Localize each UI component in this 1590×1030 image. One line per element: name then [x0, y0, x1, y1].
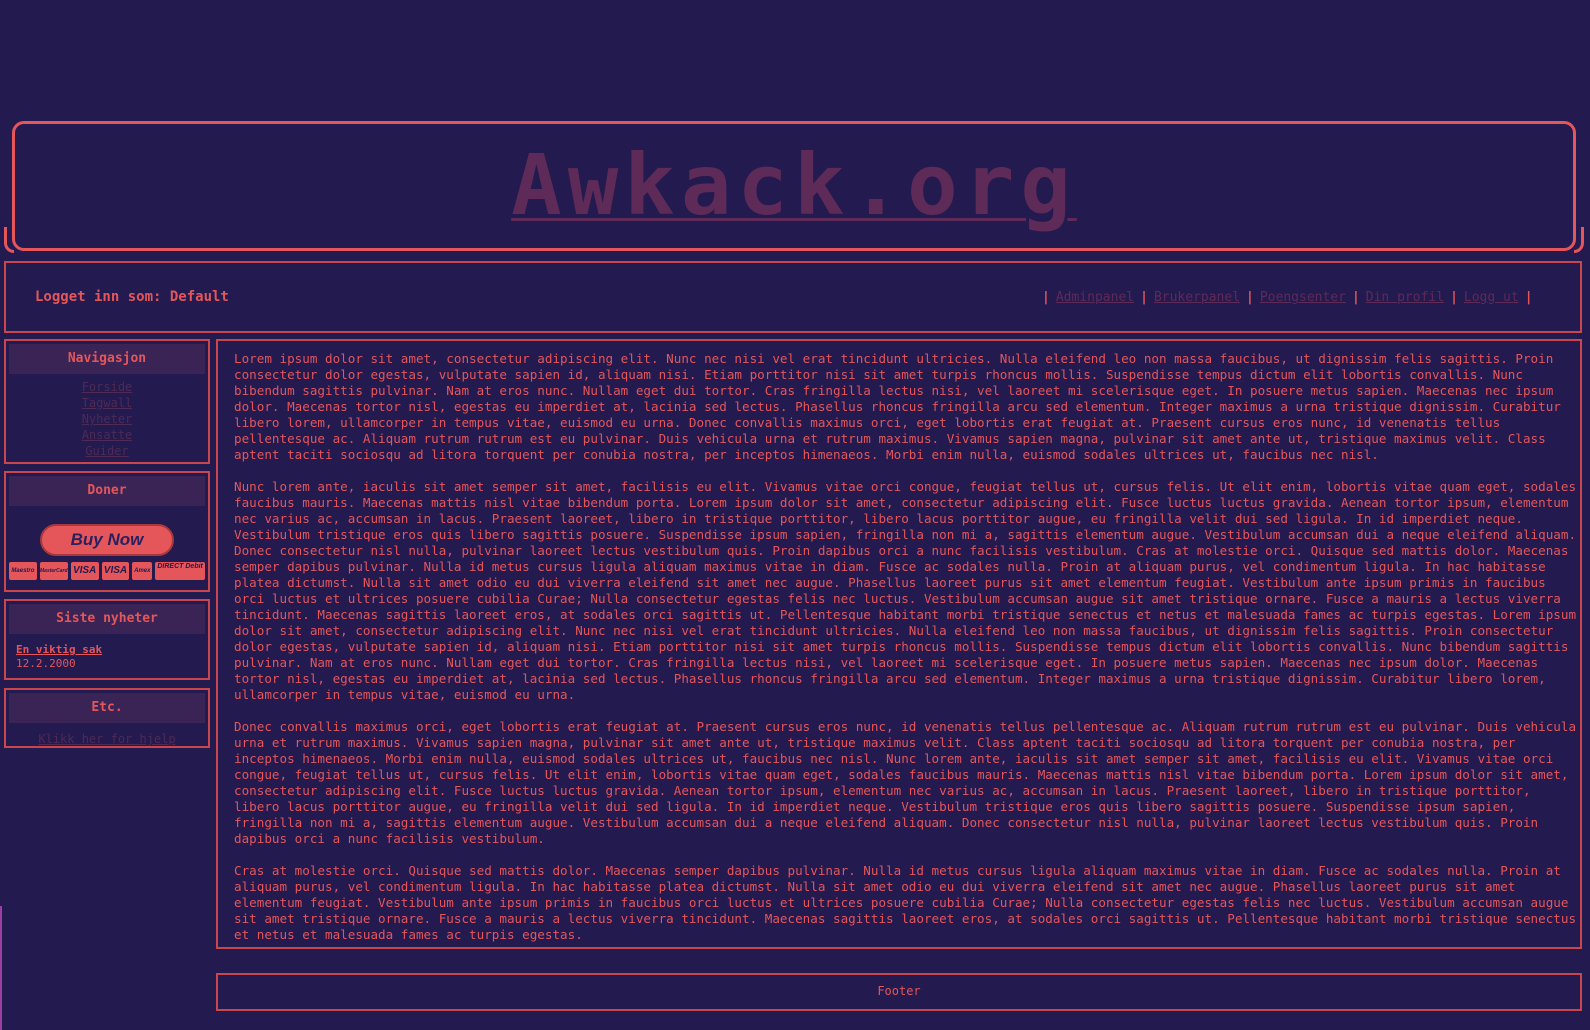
site-logo-link[interactable]: Awkack.org — [511, 136, 1077, 234]
navigation-list: Forside Tagwall Nyheter Ansatte Guider — [6, 377, 208, 465]
link-separator: | — [1042, 290, 1050, 305]
etc-box: Etc. Klikk her for hjelp — [4, 688, 210, 748]
user-bar: Logget inn som: Default | Adminpanel | Bruk… — [4, 261, 1582, 333]
help-link[interactable]: Klikk her for hjelp — [38, 732, 175, 746]
left-edge-marker — [0, 906, 2, 1030]
brukerpanel-link[interactable]: Brukerpanel — [1154, 290, 1240, 305]
news-box: Siste nyheter En viktig sak 12.2.2000 — [4, 599, 210, 680]
content-paragraph: Lorem ipsum dolor sit amet, consectetur … — [234, 351, 1561, 462]
etc-title: Etc. — [9, 693, 205, 723]
visa-electron-card-icon: VISA — [101, 562, 130, 580]
visa-card-icon: VISA — [70, 562, 99, 580]
logg-ut-link[interactable]: Logg ut — [1464, 290, 1519, 305]
news-item-date: 12.2.2000 — [16, 657, 76, 670]
link-separator: | — [1140, 290, 1148, 305]
banner-corner-left — [4, 227, 14, 253]
din-profil-link[interactable]: Din profil — [1366, 290, 1444, 305]
direct-debit-icon: DIRECT Debit — [155, 562, 205, 580]
poengsenter-link[interactable]: Poengsenter — [1260, 290, 1346, 305]
nav-item-tagwall[interactable]: Tagwall — [6, 395, 208, 411]
buy-now-button[interactable]: Buy Now — [40, 524, 174, 556]
site-banner: Awkack.org — [4, 121, 1584, 253]
news-item: En viktig sak 12.2.2000 — [6, 637, 208, 678]
amex-card-icon: Amex — [132, 562, 153, 580]
nav-item-guider[interactable]: Guider — [6, 443, 208, 459]
news-item-link[interactable]: En viktig sak — [16, 643, 102, 656]
nav-item-forside[interactable]: Forside — [6, 379, 208, 395]
maestro-card-icon: Maestro — [9, 562, 37, 580]
navigation-title: Navigasjon — [9, 344, 205, 374]
content-paragraph: Nunc lorem ante, iaculis sit amet semper… — [234, 479, 1577, 702]
link-separator: | — [1524, 290, 1533, 305]
user-links: | Adminpanel | Brukerpanel | Poengsenter | Din … — [1036, 290, 1539, 305]
nav-item-ansatte[interactable]: Ansatte — [6, 427, 208, 443]
etc-help: Klikk her for hjelp — [6, 726, 208, 751]
content-paragraph: Cras at molestie orci. Quisque sed matti… — [234, 863, 1577, 942]
news-title: Siste nyheter — [9, 604, 205, 634]
content-paragraph: Donec convallis maximus orci, eget lobor… — [234, 719, 1577, 846]
adminpanel-link[interactable]: Adminpanel — [1056, 290, 1134, 305]
navigation-box: Navigasjon Forside Tagwall Nyheter Ansat… — [4, 339, 210, 464]
link-separator: | — [1450, 290, 1458, 305]
main-content: Lorem ipsum dolor sit amet, consectetur … — [216, 339, 1582, 949]
banner-corner-right — [1574, 227, 1584, 253]
nav-item-nyheter[interactable]: Nyheter — [6, 411, 208, 427]
donate-title: Doner — [9, 476, 205, 506]
page-footer: Footer — [216, 973, 1582, 1011]
logged-in-status: Logget inn som: Default — [35, 289, 229, 305]
donate-box: Doner Buy Now Maestro MasterCard VISA VI… — [4, 471, 210, 592]
link-separator: | — [1246, 290, 1254, 305]
mastercard-card-icon: MasterCard — [39, 562, 68, 580]
link-separator: | — [1351, 290, 1360, 305]
payment-cards: Maestro MasterCard VISA VISA Amex DIRECT… — [6, 562, 208, 580]
site-logo: Awkack.org — [15, 140, 1573, 230]
